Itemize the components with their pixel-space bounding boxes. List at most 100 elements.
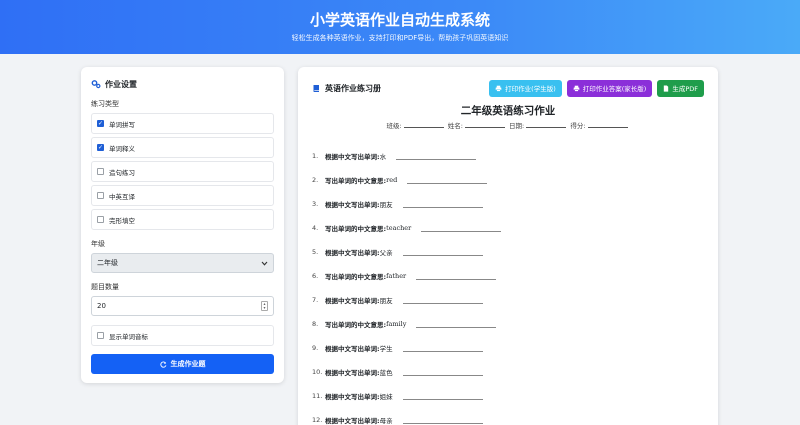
book-icon [312, 84, 321, 93]
type-list: ✓ 单词拼写 ✓ 单词释义造句练习中英互译完形填空 [91, 113, 274, 230]
printer-icon [495, 85, 502, 92]
type-option-label: 造句练习 [109, 168, 135, 177]
name-blank [464, 122, 505, 128]
question-prompt: 根据中文写出单词: [325, 153, 380, 161]
type-option[interactable]: ✓ 单词释义 [91, 137, 274, 158]
checkbox-unchecked[interactable] [97, 192, 104, 199]
question-number: 9. [312, 344, 319, 352]
question-number: 7. [312, 296, 319, 304]
question-word: 姐妹 [379, 393, 393, 401]
printer-icon [573, 85, 580, 92]
answer-line [402, 248, 483, 256]
question-word: 蓝色 [379, 369, 393, 377]
question-number: 5. [312, 248, 319, 256]
type-option[interactable]: 造句练习 [91, 161, 274, 182]
class-blank [403, 122, 444, 128]
grade-select[interactable]: 二年级 [91, 253, 274, 273]
name-label: 姓名: [447, 122, 463, 130]
phonetic-checkbox[interactable] [97, 332, 104, 339]
type-option[interactable]: 中英互译 [91, 185, 274, 206]
question-number: 4. [312, 224, 319, 232]
settings-panel: 作业设置 练习类型 ✓ 单词拼写 ✓ 单词释义 造句练习 中英互译 完形填空 年级 二年级 … [81, 67, 284, 383]
count-label: 题目数量 [91, 283, 119, 291]
question-item: 7. 根据中文写出单词: 朋友 [312, 288, 704, 312]
gears-icon [91, 79, 101, 89]
checkbox-unchecked[interactable] [97, 168, 104, 175]
print-student-button[interactable]: 打印作业(学生版) [489, 79, 562, 97]
count-input[interactable]: 20 ▴ ▾ [91, 296, 274, 316]
answer-line [421, 224, 502, 232]
page-header: 小学英语作业自动生成系统 轻松生成各种英语作业，支持打印和PDF导出，帮助孩子巩… [0, 0, 800, 54]
question-word: 朋友 [379, 297, 393, 305]
print-answer-button[interactable]: 打印作业答案(家长版) [566, 79, 653, 97]
answer-line [402, 296, 483, 304]
score-blank [587, 122, 628, 128]
answer-line [402, 392, 483, 400]
generate-button[interactable]: 生成作业题 [91, 354, 274, 374]
settings-title-text: 作业设置 [105, 79, 137, 89]
question-prompt: 根据中文写出单词: [325, 393, 380, 401]
grade-label: 年级 [91, 240, 105, 248]
question-item: 1. 根据中文写出单词: 水 [312, 144, 704, 168]
pdf-button-label: 生成PDF [672, 85, 698, 93]
worksheet-panel: 英语作业练习册 打印作业(学生版) 打印作业答案(家长版) 生成PDF 二年级英… [298, 67, 718, 425]
question-number: 12. [312, 416, 323, 424]
answer-line [402, 416, 483, 424]
checkbox-checked[interactable]: ✓ [97, 120, 104, 127]
question-number: 2. [312, 176, 319, 184]
question-prompt: 写出单词的中文意思: [325, 225, 387, 233]
question-item: 3. 根据中文写出单词: 朋友 [312, 192, 704, 216]
question-item: 2. 写出单词的中文意思: red [312, 168, 704, 192]
pdf-button[interactable]: 生成PDF [657, 79, 704, 97]
question-word: red [386, 176, 398, 184]
question-prompt: 根据中文写出单词: [325, 369, 380, 377]
worksheet-panel-title: 英语作业练习册 [312, 81, 381, 95]
type-label: 练习类型 [91, 100, 119, 108]
print-student-label: 打印作业(学生版) [505, 85, 556, 93]
generate-button-label: 生成作业题 [170, 360, 206, 368]
phonetic-toggle[interactable]: 显示单词音标 [91, 325, 274, 346]
question-item: 11. 根据中文写出单词: 姐妹 [312, 384, 704, 408]
question-prompt: 根据中文写出单词: [325, 297, 380, 305]
checkbox-checked[interactable]: ✓ [97, 144, 104, 151]
question-prompt: 根据中文写出单词: [325, 249, 380, 257]
question-prompt: 根据中文写出单词: [325, 201, 380, 209]
count-stepper[interactable]: ▴ ▾ [261, 301, 268, 311]
question-number: 1. [312, 152, 319, 160]
type-option[interactable]: 完形填空 [91, 209, 274, 230]
question-item: 6. 写出单词的中文意思: father [312, 264, 704, 288]
answer-line [396, 152, 477, 160]
question-word: 母亲 [379, 417, 393, 425]
worksheet-info: 班级: 姓名: 日期: 得分: [312, 120, 704, 130]
print-answer-label: 打印作业答案(家长版) [582, 85, 647, 93]
question-word: 父亲 [379, 249, 393, 257]
type-option-label: 完形填空 [109, 216, 135, 225]
count-value: 20 [97, 302, 106, 310]
question-word: teacher [386, 224, 412, 232]
question-prompt: 根据中文写出单词: [325, 417, 380, 425]
type-option-label: 中英互译 [109, 192, 135, 201]
answer-line [416, 272, 497, 280]
worksheet-panel-title-text: 英语作业练习册 [325, 83, 381, 93]
score-label: 得分: [570, 122, 586, 130]
question-word: father [386, 272, 407, 280]
checkbox-unchecked[interactable] [97, 216, 104, 223]
question-item: 5. 根据中文写出单词: 父亲 [312, 240, 704, 264]
answer-line [407, 176, 488, 184]
question-item: 8. 写出单词的中文意思: family [312, 312, 704, 336]
date-blank [526, 122, 567, 128]
class-label: 班级: [386, 122, 402, 130]
type-option[interactable]: ✓ 单词拼写 [91, 113, 274, 134]
settings-title: 作业设置 [91, 77, 274, 91]
page-title: 小学英语作业自动生成系统 [309, 11, 490, 29]
answer-line [402, 344, 483, 352]
question-item: 9. 根据中文写出单词: 学生 [312, 336, 704, 360]
refresh-icon [159, 360, 167, 368]
chevron-down-icon [261, 261, 268, 266]
question-item: 12. 根据中文写出单词: 母亲 [312, 408, 704, 425]
file-pdf-icon [663, 84, 669, 92]
type-option-label: 单词拼写 [109, 120, 135, 129]
question-number: 10. [312, 368, 323, 376]
question-prompt: 写出单词的中文意思: [325, 321, 387, 329]
page-subtitle: 轻松生成各种英语作业，支持打印和PDF导出，帮助孩子巩固英语知识 [291, 34, 509, 42]
